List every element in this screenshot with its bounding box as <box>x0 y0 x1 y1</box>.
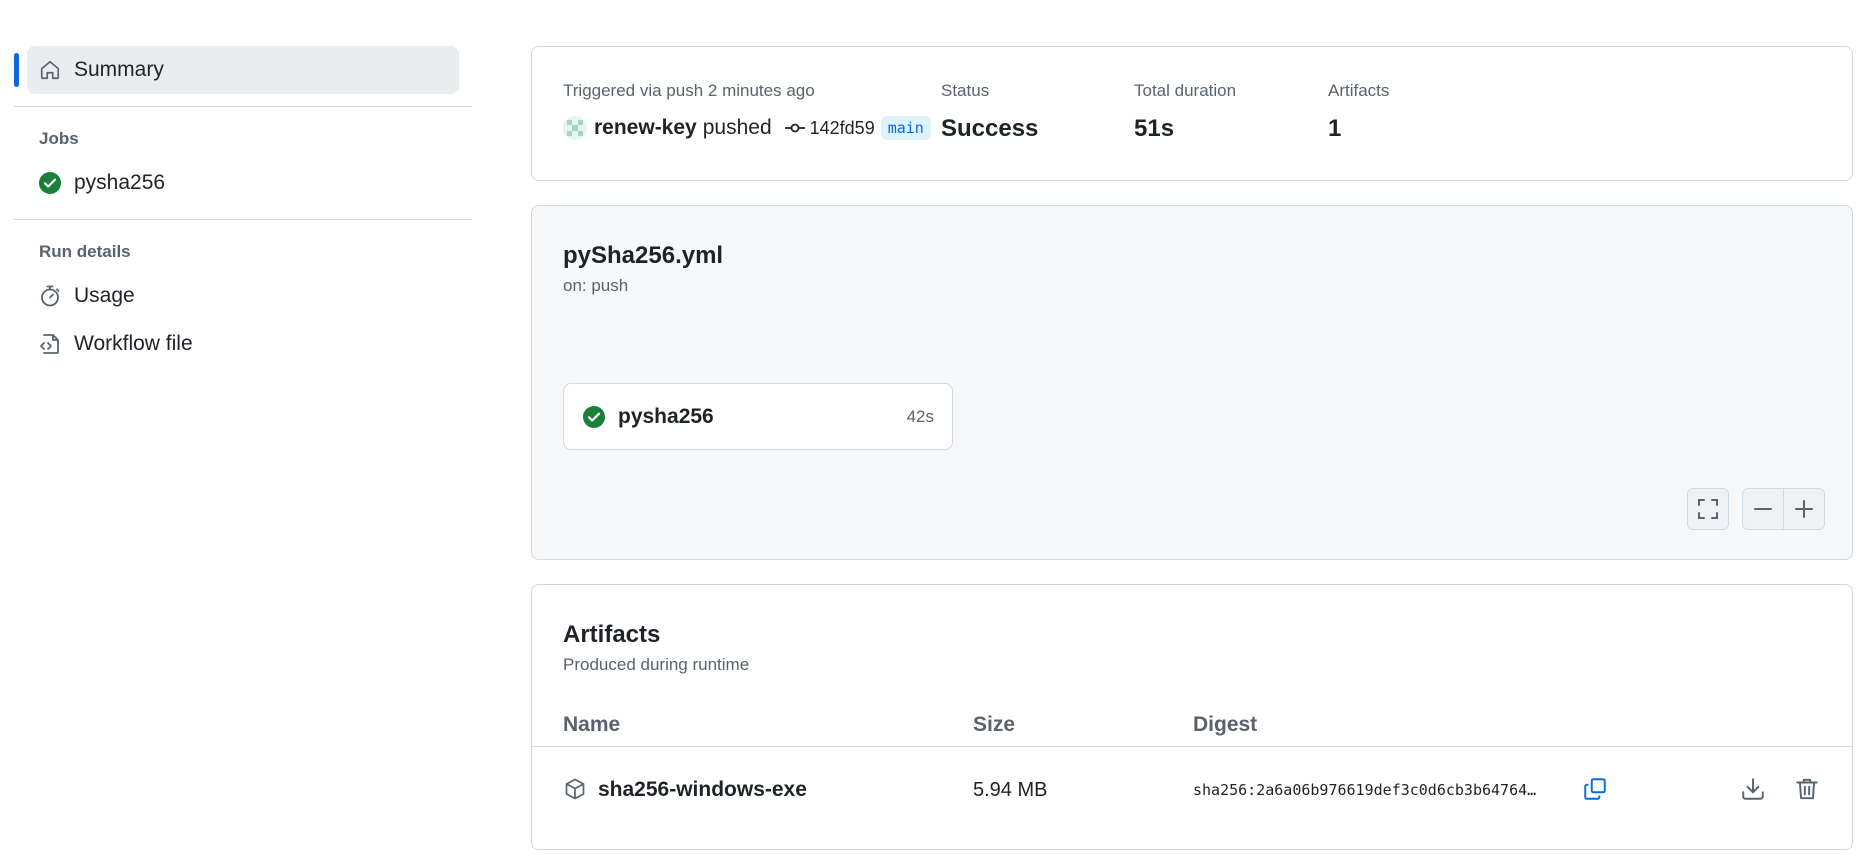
stopwatch-icon <box>38 284 62 308</box>
file-code-icon <box>38 332 62 356</box>
minus-icon <box>1753 499 1773 519</box>
sidebar-item-summary[interactable]: Summary <box>14 46 472 94</box>
copy-icon[interactable] <box>1582 776 1608 802</box>
run-sidebar: Summary Jobs pysha256 Run details Usage … <box>14 46 472 368</box>
workflow-trigger: on: push <box>563 276 629 295</box>
package-icon <box>563 777 587 801</box>
check-circle-icon <box>582 405 606 429</box>
job-duration: 42s <box>906 406 934 426</box>
status-label: Status <box>941 81 990 100</box>
download-icon[interactable] <box>1740 776 1766 802</box>
workflow-graph-card: pySha256.yml on: push pysha256 42s <box>531 205 1853 560</box>
sidebar-item-usage[interactable]: Usage <box>14 272 472 320</box>
trash-icon[interactable] <box>1794 776 1820 802</box>
artifacts-count[interactable]: 1 <box>1328 115 1389 143</box>
fullscreen-button[interactable] <box>1687 488 1729 530</box>
home-icon <box>38 58 62 82</box>
artifacts-card: Artifacts Produced during runtime Name S… <box>531 584 1853 850</box>
fullscreen-icon <box>1697 498 1719 520</box>
table-row: sha256-windows-exe 5.94 MB sha256:2a6a06… <box>532 747 1852 833</box>
git-commit-icon <box>784 121 805 135</box>
sidebar-item-workflow-file[interactable]: Workflow file <box>14 320 472 368</box>
status-info: Status Success <box>941 81 1038 143</box>
zoom-in-button[interactable] <box>1783 488 1825 530</box>
zoom-out-button[interactable] <box>1742 488 1784 530</box>
run-summary-card: Triggered via push 2 minutes ago renew-k… <box>531 46 1853 181</box>
column-header-digest: Digest <box>1193 713 1258 736</box>
job-node-pysha256[interactable]: pysha256 42s <box>563 383 953 450</box>
sidebar-item-label: Summary <box>74 58 164 81</box>
duration-value: 51s <box>1134 115 1175 142</box>
actor-link[interactable]: renew-key <box>594 116 697 140</box>
check-circle-icon <box>38 171 62 195</box>
artifact-size: 5.94 MB <box>973 779 1048 801</box>
sidebar-item-label: Workflow file <box>74 332 193 355</box>
jobs-heading: Jobs <box>39 129 79 148</box>
artifact-digest: sha256:2a6a06b976619def3c0d6cb3b64764… <box>1193 781 1537 799</box>
artifact-name-link[interactable]: sha256-windows-exe <box>598 778 807 802</box>
avatar[interactable] <box>563 116 587 140</box>
sidebar-item-label: Usage <box>74 284 135 307</box>
plus-icon <box>1794 499 1814 519</box>
commit-sha-link[interactable]: 142fd59 <box>810 118 875 139</box>
trigger-text: Triggered via push 2 minutes ago <box>563 81 815 100</box>
sidebar-item-job-pysha256[interactable]: pysha256 <box>14 159 472 207</box>
column-header-size: Size <box>973 713 1016 736</box>
job-name: pysha256 <box>618 404 714 428</box>
artifacts-title: Artifacts <box>563 621 661 648</box>
artifacts-subtitle: Produced during runtime <box>563 655 750 674</box>
workflow-file-title: pySha256.yml <box>563 242 724 269</box>
sidebar-item-label: pysha256 <box>74 171 166 194</box>
branch-badge[interactable]: main <box>880 116 931 140</box>
artifacts-label: Artifacts <box>1328 81 1390 100</box>
trigger-info: Triggered via push 2 minutes ago renew-k… <box>563 81 931 143</box>
status-value: Success <box>941 115 1039 142</box>
duration-info: Total duration 51s <box>1134 81 1236 143</box>
artifacts-table-header: Name Size Digest <box>532 705 1852 747</box>
action-text: pushed <box>702 116 772 139</box>
divider <box>14 106 472 107</box>
divider <box>14 219 472 220</box>
column-header-name: Name <box>563 713 621 736</box>
duration-label: Total duration <box>1134 81 1237 100</box>
artifacts-count-info: Artifacts 1 <box>1328 81 1389 143</box>
run-details-heading: Run details <box>39 242 131 261</box>
